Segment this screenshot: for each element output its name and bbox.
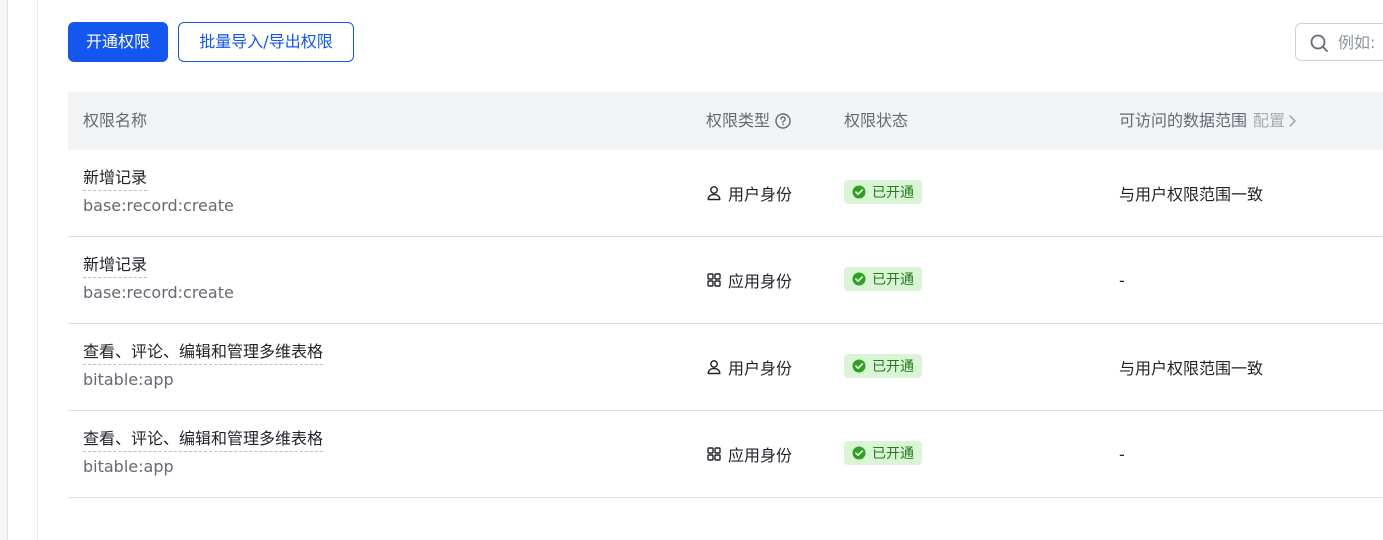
permission-name-cell: 新增记录 base:record:create (83, 253, 234, 307)
status-label: 已开通 (872, 185, 914, 201)
permission-type-label: 应用身份 (728, 446, 793, 465)
data-scope-cell: 与用户权限范围一致 (1119, 185, 1264, 204)
header-permission-type: 权限类型 (706, 92, 792, 150)
permission-key: bitable:app (83, 457, 174, 476)
table-row: 查看、评论、编辑和管理多维表格 bitable:app 用户身份 已开通 与用户… (68, 324, 1383, 411)
permission-type-cell: 用户身份 (706, 324, 792, 410)
check-circle-icon (852, 446, 866, 460)
permission-key: base:record:create (83, 196, 234, 215)
user-icon (707, 360, 721, 375)
permission-status-cell: 已开通 (844, 354, 922, 378)
scope-config-label[interactable]: 配置 (1253, 92, 1285, 150)
batch-import-export-button[interactable]: 批量导入/导出权限 (178, 22, 354, 62)
table-header: 权限名称 权限类型 权限状态 可访问的数据范围 配置 (68, 92, 1383, 150)
permission-title[interactable]: 新增记录 (83, 166, 148, 191)
status-label: 已开通 (872, 359, 914, 375)
permission-table: 权限名称 权限类型 权限状态 可访问的数据范围 配置 新增记录 base:rec… (68, 92, 1383, 498)
header-permission-type-label: 权限类型 (706, 111, 771, 130)
table-row: 查看、评论、编辑和管理多维表格 bitable:app 应用身份 已开通 - (68, 411, 1383, 498)
header-permission-name: 权限名称 (83, 111, 148, 130)
help-icon[interactable] (774, 112, 792, 130)
permission-name-cell: 查看、评论、编辑和管理多维表格 bitable:app (83, 427, 324, 481)
header-permission-status: 权限状态 (844, 111, 909, 130)
app-grid-icon (707, 273, 721, 287)
data-scope-cell: - (1119, 270, 1125, 290)
permission-type-label: 用户身份 (728, 359, 793, 378)
table-row: 新增记录 base:record:create 应用身份 已开通 - (68, 237, 1383, 324)
permission-key: bitable:app (83, 370, 174, 389)
check-circle-icon (852, 272, 866, 286)
check-circle-icon (852, 359, 866, 373)
header-data-scope: 可访问的数据范围 配置 (1119, 92, 1297, 150)
data-scope-cell: - (1119, 444, 1125, 464)
status-badge: 已开通 (844, 267, 922, 291)
permission-type-cell: 用户身份 (706, 150, 792, 236)
permission-title[interactable]: 新增记录 (83, 253, 148, 278)
permission-title[interactable]: 查看、评论、编辑和管理多维表格 (83, 340, 324, 365)
header-data-scope-label: 可访问的数据范围 (1119, 111, 1248, 130)
left-gutter (8, 0, 38, 540)
permission-key: base:record:create (83, 283, 234, 302)
permission-status-cell: 已开通 (844, 267, 922, 291)
permission-type-label: 用户身份 (728, 185, 793, 204)
status-label: 已开通 (872, 272, 914, 288)
data-scope-cell: 与用户权限范围一致 (1119, 359, 1264, 378)
permission-status-cell: 已开通 (844, 180, 922, 204)
enable-permission-button[interactable]: 开通权限 (68, 22, 168, 62)
permission-status-cell: 已开通 (844, 441, 922, 465)
check-circle-icon (852, 185, 866, 199)
permission-title[interactable]: 查看、评论、编辑和管理多维表格 (83, 427, 324, 452)
status-badge: 已开通 (844, 441, 922, 465)
search-box[interactable] (1295, 23, 1383, 61)
status-badge: 已开通 (844, 354, 922, 378)
permission-name-cell: 查看、评论、编辑和管理多维表格 bitable:app (83, 340, 324, 394)
app-grid-icon (707, 447, 721, 461)
chevron-right-icon (1289, 115, 1296, 127)
status-badge: 已开通 (844, 180, 922, 204)
search-icon (1310, 34, 1328, 52)
left-rail (0, 0, 8, 540)
table-row: 新增记录 base:record:create 用户身份 已开通 与用户权限范围… (68, 150, 1383, 237)
search-input[interactable] (1338, 28, 1383, 56)
status-label: 已开通 (872, 446, 914, 462)
scope-config-link[interactable]: 配置 (1253, 92, 1297, 150)
user-icon (707, 186, 721, 201)
permission-type-cell: 应用身份 (706, 237, 792, 323)
permission-type-cell: 应用身份 (706, 411, 792, 497)
permission-type-label: 应用身份 (728, 272, 793, 291)
main-content: 开通权限 批量导入/导出权限 权限名称 权限类型 权限状态 可访问的数据范围 (38, 0, 1383, 540)
permission-name-cell: 新增记录 base:record:create (83, 166, 234, 220)
